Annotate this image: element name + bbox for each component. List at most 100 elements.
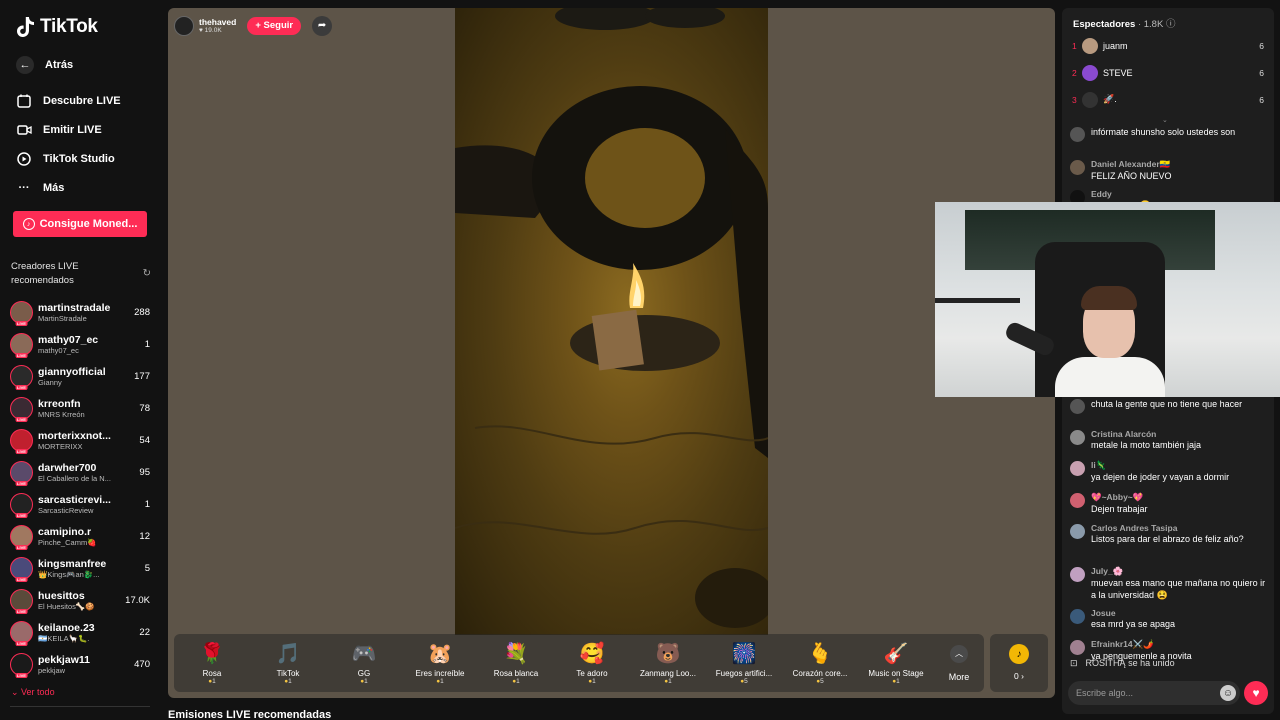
nav-tiktok-studio[interactable]: TikTok Studio	[0, 144, 160, 173]
top-viewer-item[interactable]: 3 🚀. 6	[1062, 86, 1274, 113]
gifts-more-button[interactable]: ︿ More	[934, 644, 984, 682]
chat-message-body: Josue esa mrd ya se apaga	[1091, 608, 1266, 630]
creator-viewer-count: 1	[144, 498, 150, 510]
chat-message-body: 💖~Abby~💖 Dejen trabajar	[1091, 492, 1266, 515]
chat-message[interactable]: Carlos Andres Tasipa Listos para dar el a…	[1070, 523, 1266, 545]
back-button[interactable]: ← Atrás	[0, 50, 160, 79]
viewer-rank: 1	[1072, 40, 1077, 51]
gift-item[interactable]: 🐹 Eres increíble ●1	[402, 642, 478, 685]
gift-item[interactable]: 🎵 TikTok ●1	[250, 642, 326, 685]
dark-object-shape	[725, 128, 768, 458]
info-icon[interactable]: ⓘ	[1166, 19, 1176, 30]
gift-item[interactable]: 🐻 Zanmang Loo... ●1	[630, 642, 706, 685]
creator-viewer-count: 17.0K	[125, 594, 150, 606]
refresh-icon[interactable]: ↻	[143, 267, 151, 281]
creator-item[interactable]: LIVE huesittos El Huesitos🦴🍪 17.0K	[0, 584, 160, 616]
creator-info: sarcasticrevi... SarcasticReview	[38, 494, 141, 515]
gift-name: GG	[357, 668, 371, 678]
chat-input-box[interactable]: ☺	[1068, 681, 1240, 705]
creator-subtitle: mathy07_ec	[38, 345, 79, 355]
tire-shape	[555, 8, 655, 30]
tiktok-logo[interactable]: TikTok	[16, 16, 98, 38]
ground-crack-shape	[455, 520, 768, 535]
creator-info: martinstradale MartinStradale	[38, 302, 130, 323]
chat-username: July_🌸	[1091, 566, 1124, 576]
gift-item[interactable]: 🌹 Rosa ●1	[174, 642, 250, 685]
gift-price-value: 5	[744, 677, 748, 685]
see-all-label: Ver todo	[21, 687, 55, 697]
see-all-link[interactable]: ⌄ Ver todo	[11, 687, 55, 698]
get-coins-button[interactable]: ♪ Consigue Moned...	[13, 211, 147, 237]
chevron-down-icon[interactable]: ⌄	[1162, 116, 1168, 124]
creator-item[interactable]: LIVE darwher700 El Caballero de la N... 95	[0, 456, 160, 488]
creator-item[interactable]: LIVE kingsmanfree 👑Kings🎮an🐉... 5	[0, 552, 160, 584]
chat-message[interactable]: chuta la gente que no tiene que hacer	[1070, 398, 1266, 414]
nav-more[interactable]: ··· Más	[0, 173, 160, 202]
gift-item[interactable]: 🎆 Fuegos artifici... ●5	[706, 642, 782, 685]
creator-item[interactable]: LIVE giannyofficial Gianny 177	[0, 360, 160, 392]
more-dots-icon: ···	[18, 181, 30, 194]
chat-user-avatar	[1070, 399, 1085, 414]
creator-name: pekkjaw11	[38, 653, 90, 666]
creator-viewer-count: 95	[139, 466, 150, 478]
gift-item[interactable]: 💐 Rosa blanca ●1	[478, 642, 554, 685]
tiktok-logo-icon	[17, 17, 34, 37]
creator-item[interactable]: LIVE sarcasticrevi... SarcasticReview 1	[0, 488, 160, 520]
chat-message[interactable]: Daniel Alexander🇪🇨 FELIZ AÑO NUEVO	[1070, 159, 1266, 182]
gift-price-value: 5	[820, 677, 824, 685]
viewers-count: · 1.8K	[1137, 19, 1164, 30]
creator-item[interactable]: LIVE morterixxnot... MORTERIXX 54	[0, 424, 160, 456]
gift-item[interactable]: 🎸 Music on Stage ●1	[858, 642, 934, 685]
viewers-heading[interactable]: Espectadores · 1.8K ⓘ	[1073, 16, 1175, 30]
creator-item[interactable]: LIVE krreonfn MNRS Krreón 78	[0, 392, 160, 424]
chat-message[interactable]: Josue esa mrd ya se apaga	[1070, 608, 1266, 630]
chat-text: esa mrd ya se apaga	[1091, 619, 1176, 629]
share-icon[interactable]: ➦	[312, 15, 333, 36]
viewer-score: 6	[1259, 67, 1264, 78]
creator-item[interactable]: LIVE martinstradale MartinStradale 288	[0, 296, 160, 328]
chat-input[interactable]	[1076, 688, 1212, 698]
viewer-rank: 3	[1072, 94, 1077, 105]
creator-viewer-count: 78	[139, 402, 150, 414]
gift-item[interactable]: 🫰 Corazón core... ●5	[782, 642, 858, 685]
follow-button[interactable]: + Seguir	[247, 16, 302, 35]
creator-item[interactable]: LIVE pekkjaw11 pekkjaw 470	[0, 648, 160, 680]
gift-price-value: 1	[592, 677, 596, 685]
gift-item[interactable]: 🥰 Te adoro ●1	[554, 642, 630, 685]
chat-message[interactable]: July_🌸 muevan esa mano que mañana no quie…	[1070, 566, 1266, 601]
arrow-left-icon: ←	[16, 55, 34, 74]
left-sidebar: TikTok ← Atrás Descubre LIVE Emitir LIVE	[0, 0, 160, 720]
get-coins-label: Consigue Moned...	[39, 218, 138, 230]
nav-go-live[interactable]: Emitir LIVE	[0, 115, 160, 144]
live-badge: LIVE	[15, 480, 28, 486]
top-viewer-item[interactable]: 2 STEVE 6	[1062, 59, 1274, 86]
gift-icon: 🐻	[655, 642, 681, 665]
nav-discover-live[interactable]: Descubre LIVE	[0, 86, 160, 115]
recommended-creators-list: LIVE martinstradale MartinStradale 288 LIVE m…	[0, 296, 160, 680]
host-avatar[interactable]	[174, 15, 194, 36]
gift-price: ●1	[892, 677, 900, 685]
gift-icon: 🥰	[579, 642, 605, 665]
live-stream-video[interactable]	[455, 8, 768, 635]
chat-user-avatar	[1070, 567, 1085, 582]
chat-message[interactable]: li🦎 ya dejen de joder y vayan a dormir	[1070, 460, 1266, 483]
creator-info: huesittos El Huesitos🦴🍪	[38, 590, 121, 611]
host-name[interactable]: thehaved	[199, 17, 236, 27]
heart-like-icon[interactable]: ♥	[1244, 681, 1268, 705]
creator-item[interactable]: LIVE mathy07_ec mathy07_ec 1	[0, 328, 160, 360]
gift-name: Te adoro	[576, 668, 608, 678]
chat-message[interactable]: infórmate shunsho solo ustedes son	[1070, 126, 1266, 142]
top-viewer-item[interactable]: 1 juanm 6	[1062, 32, 1274, 59]
creator-name: huesittos	[38, 589, 85, 602]
creator-viewer-count: 54	[139, 434, 150, 446]
host-text: thehaved ♥ 19.0K	[199, 17, 236, 34]
coin-balance-button[interactable]: ♪ 0 ›	[990, 634, 1048, 692]
gift-item[interactable]: 🎮 GG ●1	[326, 642, 402, 685]
live-video-player[interactable]: thehaved ♥ 19.0K + Seguir ➦ 🌹 Rosa ●1 🎵 TikT…	[168, 8, 1055, 698]
chat-message[interactable]: 💖~Abby~💖 Dejen trabajar	[1070, 492, 1266, 515]
gift-icon: 🎮	[351, 642, 377, 665]
creator-item[interactable]: LIVE camipino.r Pinche_Camm🍓 12	[0, 520, 160, 552]
emoji-icon[interactable]: ☺	[1220, 685, 1236, 701]
creator-item[interactable]: LIVE keilanoe.23 🇦🇷KEILA🦙🐛. 22	[0, 616, 160, 648]
chat-message[interactable]: Cristina Alarcón metale la moto también j…	[1070, 429, 1266, 451]
